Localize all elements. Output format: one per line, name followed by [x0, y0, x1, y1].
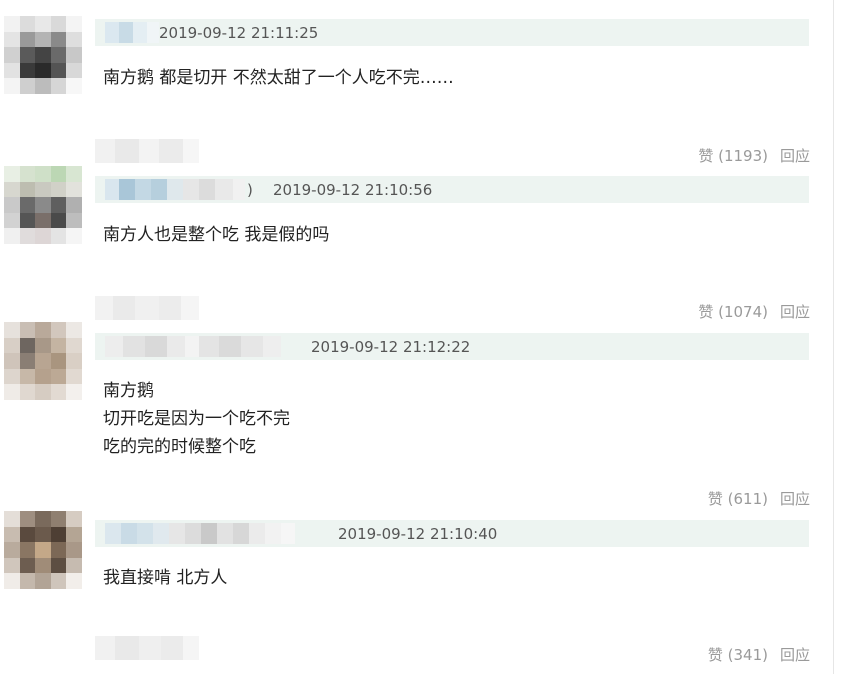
avatar[interactable]	[4, 166, 82, 244]
comment-header: 2019-09-12 21:10:40	[95, 520, 809, 547]
comment-line: 吃的完的时候整个吃	[103, 437, 256, 457]
avatar[interactable]	[4, 511, 82, 589]
comment-text: 南方鹅 切开吃是因为一个吃不完 吃的完的时候整个吃	[103, 377, 290, 461]
comment-line: 南方鹅 都是切开 不然太甜了一个人吃不完……	[103, 68, 454, 88]
comment-line: 我直接啃 北方人	[103, 568, 228, 588]
reply-button[interactable]: 回应	[780, 147, 810, 165]
like-button[interactable]: 赞 (341)	[708, 646, 768, 664]
blurred-reply-preview	[95, 296, 199, 320]
comment-timestamp: 2019-09-12 21:11:25	[159, 24, 319, 42]
like-button[interactable]: 赞 (1193)	[698, 147, 768, 165]
reply-button[interactable]: 回应	[780, 646, 810, 664]
reply-button[interactable]: 回应	[780, 490, 810, 508]
comment-timestamp: 2019-09-12 21:12:22	[311, 338, 471, 356]
comment-line: 南方人也是整个吃 我是假的吗	[103, 225, 330, 245]
scroll-border	[833, 0, 834, 674]
comment-text: 南方人也是整个吃 我是假的吗	[103, 221, 329, 249]
comment-text: 我直接啃 北方人	[103, 564, 227, 592]
comment-header: 2019-09-12 21:12:22	[95, 333, 809, 360]
comment-text: 南方鹅 都是切开 不然太甜了一个人吃不完……	[103, 64, 454, 92]
username[interactable]	[105, 179, 245, 200]
username[interactable]	[105, 523, 295, 544]
comment-line: 切开吃是因为一个吃不完	[103, 409, 290, 429]
avatar[interactable]	[4, 322, 82, 400]
comment-actions: 赞 (611) 回应	[708, 488, 810, 509]
blurred-reply-preview	[95, 636, 199, 660]
comment-feed: 2019-09-12 21:11:25 南方鹅 都是切开 不然太甜了一个人吃不完…	[0, 0, 842, 674]
comment-header: ) 2019-09-12 21:10:56	[95, 176, 809, 203]
avatar[interactable]	[4, 16, 82, 94]
like-button[interactable]: 赞 (611)	[708, 490, 768, 508]
blurred-reply-preview	[95, 139, 199, 163]
comment-actions: 赞 (1193) 回应	[698, 145, 810, 166]
username-bracket: )	[247, 181, 253, 199]
username[interactable]	[105, 336, 281, 357]
reply-button[interactable]: 回应	[780, 303, 810, 321]
username[interactable]	[105, 22, 159, 43]
like-button[interactable]: 赞 (1074)	[698, 303, 768, 321]
comment-header: 2019-09-12 21:11:25	[95, 19, 809, 46]
comment-actions: 赞 (1074) 回应	[698, 301, 810, 322]
comment-actions: 赞 (341) 回应	[708, 644, 810, 665]
comment-line: 南方鹅	[103, 381, 154, 401]
comment-timestamp: 2019-09-12 21:10:56	[273, 181, 433, 199]
comment-timestamp: 2019-09-12 21:10:40	[338, 525, 498, 543]
